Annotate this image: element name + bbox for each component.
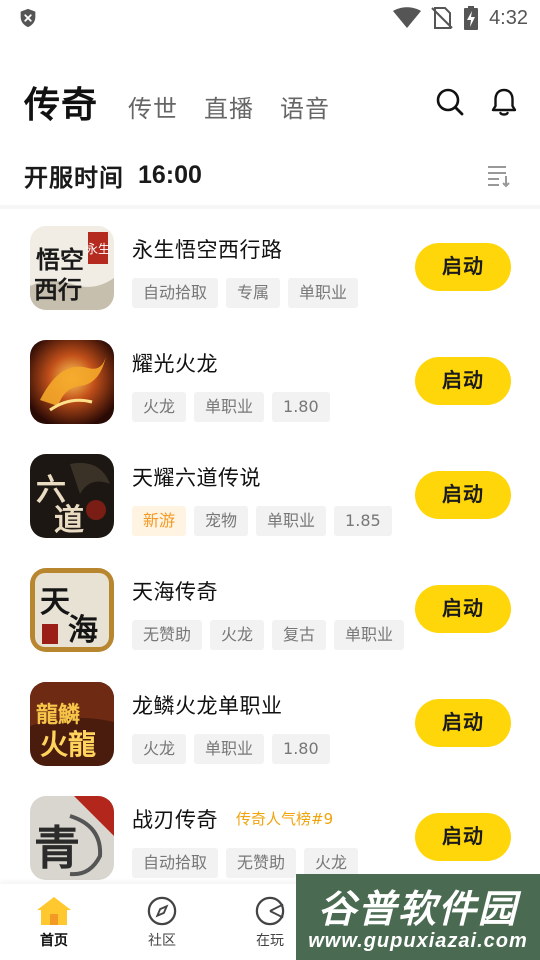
svg-text:西行: 西行 [34, 276, 82, 304]
game-name[interactable]: 天海传奇 [132, 576, 218, 606]
game-tag: 火龙 [132, 392, 187, 422]
game-icon-liudao[interactable]: 六 道 [30, 454, 114, 538]
new-game-tag: 新游 [132, 506, 187, 536]
list-item[interactable]: 天 海 天海传奇 无赞助 火龙 复古 单职业 启动 [0, 554, 540, 668]
svg-text:悟空: 悟空 [36, 246, 84, 274]
launch-button[interactable]: 启动 [415, 699, 511, 747]
server-time-label: 开服时间 [24, 163, 124, 192]
game-list: 永生 悟空 西行 永生悟空西行路 自动拾取 专属 单职业 启动 耀光火龙 火龙 … [0, 212, 540, 896]
watermark: 谷普软件园 www.gupuxiazai.com [296, 874, 540, 960]
game-tags: 新游 宠物 单职业 1.85 [132, 506, 400, 536]
game-name[interactable]: 龙鳞火龙单职业 [132, 690, 283, 720]
battery-charging-icon [464, 6, 479, 30]
nav-home-label: 首页 [40, 933, 68, 949]
home-icon [37, 897, 71, 925]
game-tag: 自动拾取 [132, 848, 219, 878]
game-name[interactable]: 耀光火龙 [132, 348, 218, 378]
svg-text:青: 青 [34, 821, 80, 875]
list-item[interactable]: 永生 悟空 西行 永生悟空西行路 自动拾取 专属 单职业 启动 [0, 212, 540, 326]
compass-icon [147, 896, 177, 926]
popularity-rank-badge: 传奇人气榜#9 [236, 810, 334, 828]
svg-text:龍鱗: 龍鱗 [36, 702, 81, 728]
game-tag: 1.80 [272, 392, 330, 422]
tab-voice[interactable]: 语音 [280, 89, 330, 124]
launch-button[interactable]: 启动 [415, 357, 511, 405]
game-name[interactable]: 战刃传奇 [132, 804, 218, 834]
list-item[interactable]: 耀光火龙 火龙 单职业 1.80 启动 [0, 326, 540, 440]
launch-button[interactable]: 启动 [415, 813, 511, 861]
game-icon-longlin[interactable]: 龍鱗 火龍 [30, 682, 114, 766]
game-tag: 单职业 [194, 734, 265, 764]
game-name[interactable]: 永生悟空西行路 [132, 234, 283, 264]
game-tags: 火龙 单职业 1.80 [132, 734, 338, 764]
game-tag: 复古 [272, 620, 327, 650]
game-icon-tianhai[interactable]: 天 海 [30, 568, 114, 652]
sort-list-icon[interactable] [486, 162, 512, 188]
nav-home[interactable]: 首页 [24, 896, 84, 950]
game-tag: 自动拾取 [132, 278, 219, 308]
game-tag: 火龙 [210, 620, 265, 650]
game-tag: 单职业 [334, 620, 405, 650]
svg-text:永生: 永生 [86, 242, 110, 256]
game-tag: 专属 [226, 278, 281, 308]
status-bar-right: 4:32 [393, 6, 528, 30]
search-icon[interactable] [434, 86, 466, 118]
bell-icon[interactable] [488, 86, 520, 118]
no-sim-icon [431, 7, 453, 29]
nav-community-label: 社区 [148, 933, 176, 949]
watermark-url: www.gupuxiazai.com [308, 930, 528, 952]
svg-text:海: 海 [68, 613, 98, 648]
game-icon-dragon[interactable] [30, 340, 114, 424]
gamepad-icon [255, 896, 285, 926]
list-item[interactable]: 龍鱗 火龍 龙鳞火龙单职业 火龙 单职业 1.80 启动 [0, 668, 540, 782]
watermark-title: 谷普软件园 [317, 887, 518, 931]
game-tag: 单职业 [194, 392, 265, 422]
tab-live[interactable]: 直播 [204, 89, 254, 124]
nav-community[interactable]: 社区 [132, 896, 192, 950]
launch-button[interactable]: 启动 [415, 471, 511, 519]
category-tabs: 传奇 传世 直播 语音 [24, 76, 356, 126]
game-name[interactable]: 天耀六道传说 [132, 462, 261, 492]
svg-text:道: 道 [54, 503, 84, 538]
game-tag: 1.85 [334, 506, 392, 536]
game-tag: 无赞助 [226, 848, 297, 878]
game-tag: 单职业 [256, 506, 327, 536]
game-icon-wukong[interactable]: 永生 悟空 西行 [30, 226, 114, 310]
shield-icon [20, 8, 36, 28]
list-item[interactable]: 六 道 天耀六道传说 新游 宠物 单职业 1.85 启动 [0, 440, 540, 554]
status-bar: 4:32 [0, 0, 540, 36]
game-tags: 火龙 单职业 1.80 [132, 392, 338, 422]
server-time-row: 开服时间 16:00 [24, 155, 202, 195]
nav-playing[interactable]: 在玩 [240, 896, 300, 950]
section-divider [0, 205, 540, 209]
game-tags: 自动拾取 专属 单职业 [132, 278, 366, 308]
svg-text:天: 天 [40, 585, 70, 620]
game-tag: 1.80 [272, 734, 330, 764]
game-tag: 无赞助 [132, 620, 203, 650]
launch-button[interactable]: 启动 [415, 585, 511, 633]
tab-chuanshi[interactable]: 传世 [128, 89, 178, 124]
game-tag: 宠物 [194, 506, 249, 536]
game-icon-zhanren[interactable]: 青 [30, 796, 114, 880]
svg-text:火龍: 火龍 [40, 728, 96, 761]
game-tags: 无赞助 火龙 复古 单职业 [132, 620, 412, 650]
status-time: 4:32 [489, 6, 528, 29]
wifi-icon [393, 7, 422, 28]
tab-legend[interactable]: 传奇 [24, 76, 98, 128]
game-tag: 单职业 [288, 278, 359, 308]
game-tag: 火龙 [132, 734, 187, 764]
nav-playing-label: 在玩 [256, 933, 284, 949]
launch-button[interactable]: 启动 [415, 243, 511, 291]
server-time-value: 16:00 [138, 160, 202, 189]
